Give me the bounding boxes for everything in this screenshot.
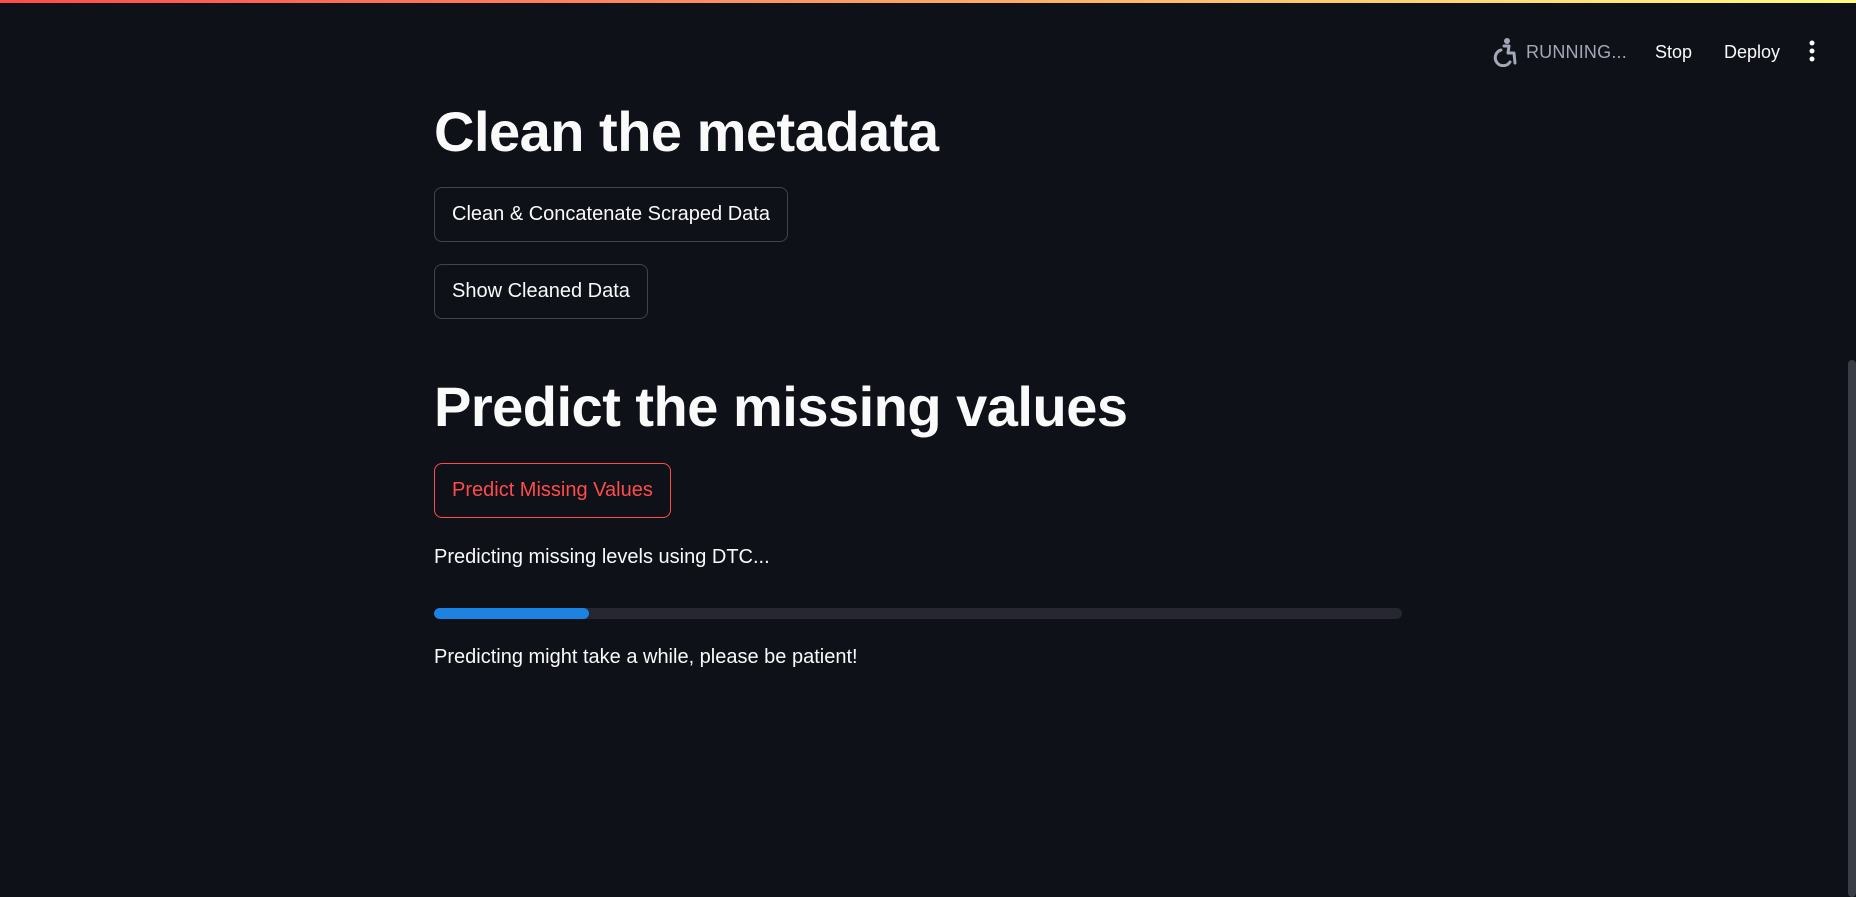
running-status: RUNNING...	[1490, 37, 1627, 68]
clean-metadata-heading: Clean the metadata	[434, 100, 939, 163]
top-decoration-bar	[0, 0, 1856, 3]
show-cleaned-data-button[interactable]: Show Cleaned Data	[434, 264, 648, 319]
deploy-button[interactable]: Deploy	[1708, 36, 1796, 69]
vertical-dots-icon	[1808, 40, 1816, 65]
main-menu-button[interactable]	[1796, 34, 1828, 70]
clean-concatenate-button[interactable]: Clean & Concatenate Scraped Data	[434, 187, 788, 242]
running-person-icon	[1490, 37, 1518, 68]
app-root: RUNNING... Stop Deploy Clean the metadat…	[0, 0, 1856, 897]
progress-bar	[434, 608, 1402, 619]
header-toolbar: RUNNING... Stop Deploy	[1490, 34, 1828, 70]
scrollbar-thumb[interactable]	[1848, 360, 1856, 897]
stop-button[interactable]: Stop	[1639, 36, 1708, 69]
predict-missing-values-button[interactable]: Predict Missing Values	[434, 463, 671, 518]
patience-message: Predicting might take a while, please be…	[434, 646, 858, 668]
predict-missing-heading: Predict the missing values	[434, 375, 1128, 438]
running-status-text: RUNNING...	[1525, 41, 1627, 62]
prediction-status-text: Predicting missing levels using DTC...	[434, 546, 770, 568]
progress-bar-fill	[434, 608, 589, 619]
